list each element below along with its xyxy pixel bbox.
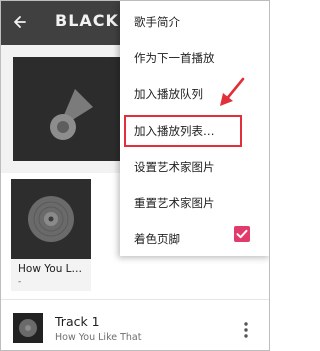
check-icon — [236, 229, 248, 239]
menu-item-label: 歌手简介 — [134, 15, 180, 29]
album-title: How You L… — [18, 263, 83, 275]
album-art — [11, 179, 91, 259]
menu-item-label: 重置艺术家图片 — [134, 196, 215, 210]
track-artist: How You Like That — [55, 332, 142, 343]
artist-image[interactable] — [13, 57, 121, 161]
highlight-box — [124, 115, 242, 147]
track-row[interactable]: Track 1 How You Like That — [1, 304, 269, 350]
menu-item-artist-info[interactable]: 歌手简介 — [120, 7, 269, 37]
album-card[interactable]: How You L… - — [11, 179, 91, 291]
menu-item-play-next[interactable]: 作为下一首播放 — [120, 43, 269, 73]
menu-item-label: 着色页脚 — [134, 232, 180, 246]
divider — [1, 299, 269, 300]
color-footer-checkbox[interactable] — [234, 226, 250, 242]
disc-icon — [19, 319, 37, 337]
menu-item-set-artist-image[interactable]: 设置艺术家图片 — [120, 152, 269, 182]
context-menu: 歌手简介 作为下一首播放 加入播放队列 加入播放列表… 设置艺术家图片 重置艺术… — [120, 1, 269, 256]
more-vert-icon[interactable] — [241, 320, 251, 340]
menu-item-label: 作为下一首播放 — [134, 51, 215, 65]
menu-item-label: 设置艺术家图片 — [134, 160, 215, 174]
disc-icon — [28, 196, 74, 242]
menu-item-reset-artist-image[interactable]: 重置艺术家图片 — [120, 188, 269, 218]
album-subtitle: - — [18, 277, 22, 287]
music-note-icon — [50, 89, 93, 140]
annotation-arrow — [220, 77, 245, 106]
track-thumbnail — [13, 313, 43, 343]
menu-item-label: 加入播放队列 — [134, 87, 203, 101]
back-arrow-icon[interactable] — [10, 11, 32, 33]
app-window: BLACKPINK How You L… - Track 1 How You L… — [0, 0, 270, 351]
track-title: Track 1 — [55, 314, 100, 329]
